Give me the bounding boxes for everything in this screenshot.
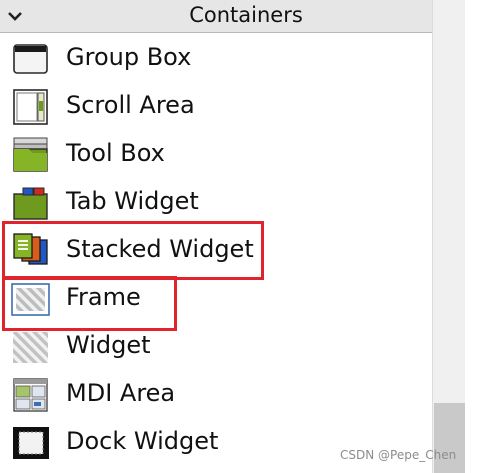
vertical-scrollbar[interactable] [432,0,465,473]
list-item-tool-box[interactable]: Tool Box [0,130,432,178]
tab-widget-icon [13,187,48,220]
scrollbar-thumb[interactable] [434,403,465,473]
list-item-label: Frame [66,283,141,311]
list-item-label: Scroll Area [66,91,195,119]
dock-widget-icon [13,427,49,459]
widget-icon [13,332,48,363]
list-item-label: Tab Widget [66,187,199,215]
list-item-label: Group Box [66,43,192,71]
list-item-mdi-area[interactable]: MDI Area [0,370,432,418]
list-item-scroll-area[interactable]: Scroll Area [0,82,432,130]
list-item-label: Dock Widget [66,427,219,455]
list-item-label: Tool Box [66,139,165,167]
scroll-area-icon [13,89,48,125]
watermark: CSDN @Pepe_Chen [340,448,457,462]
list-item-frame[interactable]: Frame [0,274,432,322]
list-item-group-box[interactable]: Group Box [0,34,432,82]
widget-list: Group Box Scroll Area Tool Box Tab Widge… [0,34,432,466]
tool-box-icon [13,137,48,172]
group-box-icon [13,44,48,74]
window-edge [465,0,482,473]
category-title: Containers [189,3,303,27]
list-item-label: Stacked Widget [66,235,254,263]
list-item-tab-widget[interactable]: Tab Widget [0,178,432,226]
category-header-containers[interactable]: Containers [0,0,432,33]
list-item-widget[interactable]: Widget [0,322,432,370]
list-item-label: Widget [66,331,151,359]
list-item-label: MDI Area [66,379,176,407]
list-item-stacked-widget[interactable]: Stacked Widget [0,226,432,274]
frame-icon [11,283,50,316]
stacked-widget-icon [13,233,48,265]
mdi-area-icon [13,378,48,412]
widget-box-containers-panel: Containers Group Box Scroll Area Tool Bo… [0,0,432,473]
